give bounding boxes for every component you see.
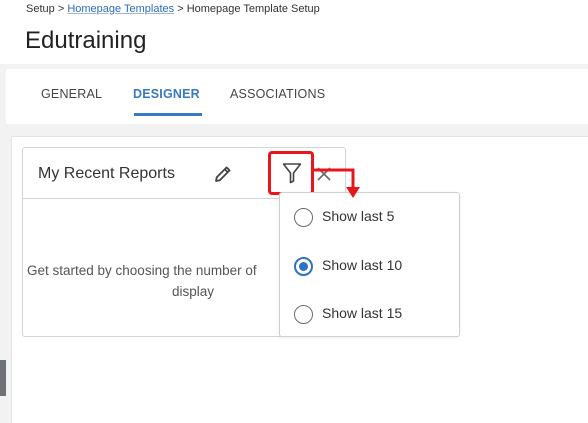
- breadcrumb: Setup > Homepage Templates > Homepage Te…: [26, 3, 320, 15]
- page-title: Edutraining: [25, 27, 147, 54]
- filter-dropdown: Show last 5 Show last 10 Show last 15: [279, 192, 460, 337]
- pencil-icon[interactable]: [213, 164, 233, 184]
- option-label: Show last 15: [322, 305, 403, 321]
- radio-icon[interactable]: [294, 208, 313, 227]
- tab-designer[interactable]: DESIGNER: [133, 87, 200, 101]
- breadcrumb-setup[interactable]: Setup: [26, 3, 55, 15]
- breadcrumb-separator: >: [177, 3, 184, 15]
- option-show-last-10[interactable]: Show last 10: [292, 254, 452, 278]
- option-show-last-15[interactable]: Show last 15: [292, 302, 452, 326]
- tab-general[interactable]: GENERAL: [41, 87, 102, 101]
- filter-icon: [282, 163, 302, 184]
- empty-state-line-1: Get started by choosing the number of: [27, 263, 257, 278]
- page-header: Setup > Homepage Templates > Homepage Te…: [0, 0, 588, 64]
- tab-associations[interactable]: ASSOCIATIONS: [230, 87, 325, 101]
- radio-icon[interactable]: [294, 305, 313, 324]
- breadcrumb-current: Homepage Template Setup: [186, 3, 320, 15]
- tab-bar: GENERAL DESIGNER ASSOCIATIONS: [6, 69, 588, 124]
- option-show-last-5[interactable]: Show last 5: [292, 205, 452, 229]
- side-panel-handle[interactable]: [0, 360, 6, 396]
- active-tab-indicator: [134, 113, 202, 116]
- breadcrumb-homepage-templates[interactable]: Homepage Templates: [67, 3, 174, 15]
- filter-button[interactable]: [268, 151, 314, 195]
- close-icon[interactable]: [316, 166, 332, 182]
- radio-checked-icon[interactable]: [294, 257, 313, 276]
- option-label: Show last 10: [322, 257, 403, 273]
- widget-title: My Recent Reports: [38, 165, 175, 182]
- breadcrumb-separator: >: [57, 3, 65, 15]
- option-label: Show last 5: [322, 208, 395, 224]
